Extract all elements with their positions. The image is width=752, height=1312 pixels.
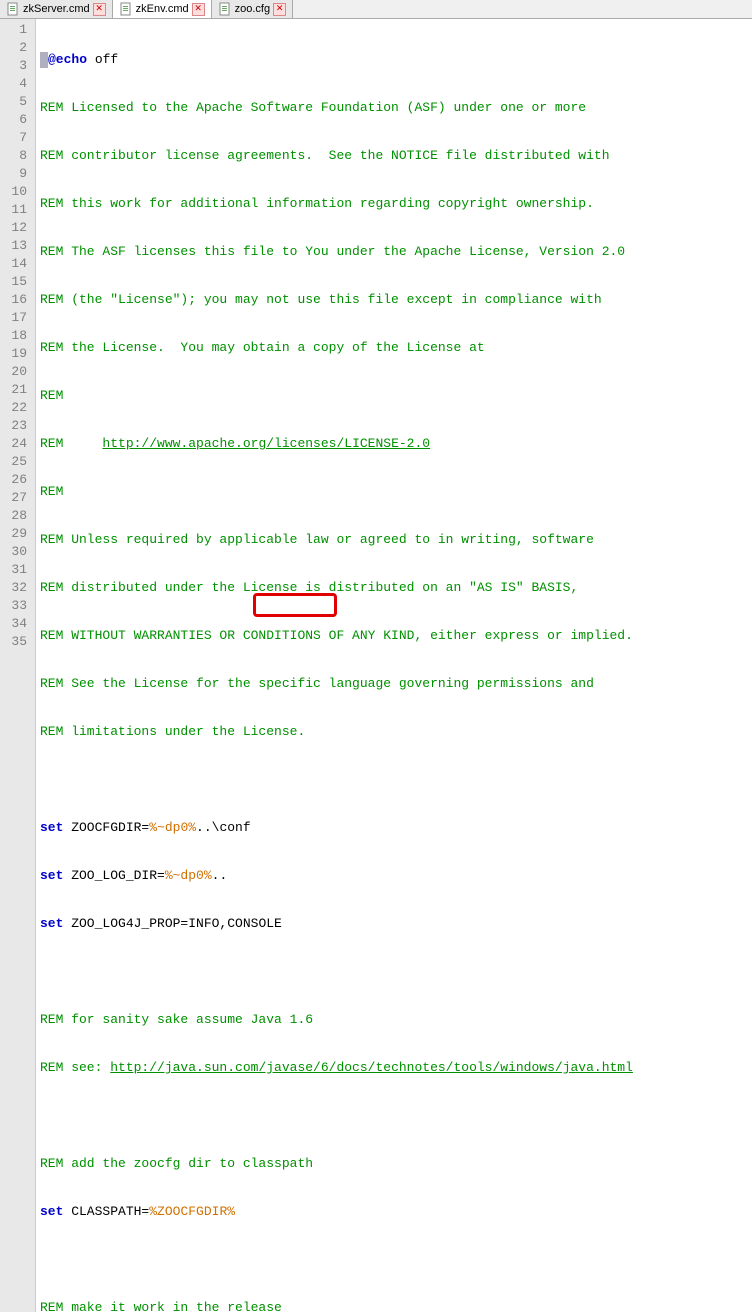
line-gutter: 1234567891011121314151617181920212223242… <box>0 19 36 1312</box>
comment: REM for sanity sake assume Java 1.6 <box>40 1012 313 1027</box>
env-var: %ZOOCFGDIR% <box>149 1204 235 1219</box>
file-icon <box>119 2 133 16</box>
caret <box>40 52 48 68</box>
code-text: .. <box>212 868 228 883</box>
tab-zkserver[interactable]: zkServer.cmd ✕ <box>0 0 113 18</box>
comment: REM contributor license agreements. See … <box>40 148 610 163</box>
file-icon <box>6 2 20 16</box>
comment: REM <box>40 388 63 403</box>
tab-zoocfg[interactable]: zoo.cfg ✕ <box>212 0 293 18</box>
comment: REM the License. You may obtain a copy o… <box>40 340 485 355</box>
comment: REM (the "License"); you may not use thi… <box>40 292 602 307</box>
tab-zkenv[interactable]: zkEnv.cmd ✕ <box>113 0 212 18</box>
close-icon[interactable]: ✕ <box>192 3 205 16</box>
editor-area: 1234567891011121314151617181920212223242… <box>0 19 752 1312</box>
code-text: ZOO_LOG4J_PROP=INFO,CONSOLE <box>63 916 281 931</box>
tab-label: zoo.cfg <box>235 3 270 15</box>
close-icon[interactable]: ✕ <box>93 3 106 16</box>
env-var: %~dp0% <box>165 868 212 883</box>
code-text: ZOOCFGDIR= <box>63 820 149 835</box>
comment: REM this work for additional information… <box>40 196 594 211</box>
file-icon <box>218 2 232 16</box>
tab-label: zkServer.cmd <box>23 3 90 15</box>
code-text: ..\conf <box>196 820 251 835</box>
comment: REM WITHOUT WARRANTIES OR CONDITIONS OF … <box>40 628 633 643</box>
comment: REM Licensed to the Apache Software Foun… <box>40 100 586 115</box>
java-docs-link[interactable]: http://java.sun.com/javase/6/docs/techno… <box>110 1060 633 1075</box>
comment: REM See the License for the specific lan… <box>40 676 594 691</box>
close-icon[interactable]: ✕ <box>273 3 286 16</box>
license-link[interactable]: http://www.apache.org/licenses/LICENSE-2… <box>102 436 430 451</box>
env-var: %~dp0% <box>149 820 196 835</box>
code-text: CLASSPATH= <box>63 1204 149 1219</box>
comment: REM The ASF licenses this file to You un… <box>40 244 625 259</box>
keyword: set <box>40 1204 63 1219</box>
comment: REM add the zoocfg dir to classpath <box>40 1156 313 1171</box>
comment: REM limitations under the License. <box>40 724 305 739</box>
tab-bar: zkServer.cmd ✕ zkEnv.cmd ✕ zoo.cfg ✕ <box>0 0 752 19</box>
comment: REM Unless required by applicable law or… <box>40 532 594 547</box>
comment: REM distributed under the License is dis… <box>40 580 578 595</box>
code-text: off <box>87 52 118 67</box>
keyword: set <box>40 916 63 931</box>
keyword: set <box>40 820 63 835</box>
comment: REM <box>40 484 63 499</box>
code-content[interactable]: @echo off REM Licensed to the Apache Sof… <box>36 19 752 1312</box>
comment: REM see: <box>40 1060 110 1075</box>
keyword: @echo <box>48 52 87 67</box>
comment: REM <box>40 436 102 451</box>
keyword: set <box>40 868 63 883</box>
code-text: ZOO_LOG_DIR= <box>63 868 164 883</box>
comment: REM make it work in the release <box>40 1300 282 1312</box>
tab-label: zkEnv.cmd <box>136 3 189 15</box>
